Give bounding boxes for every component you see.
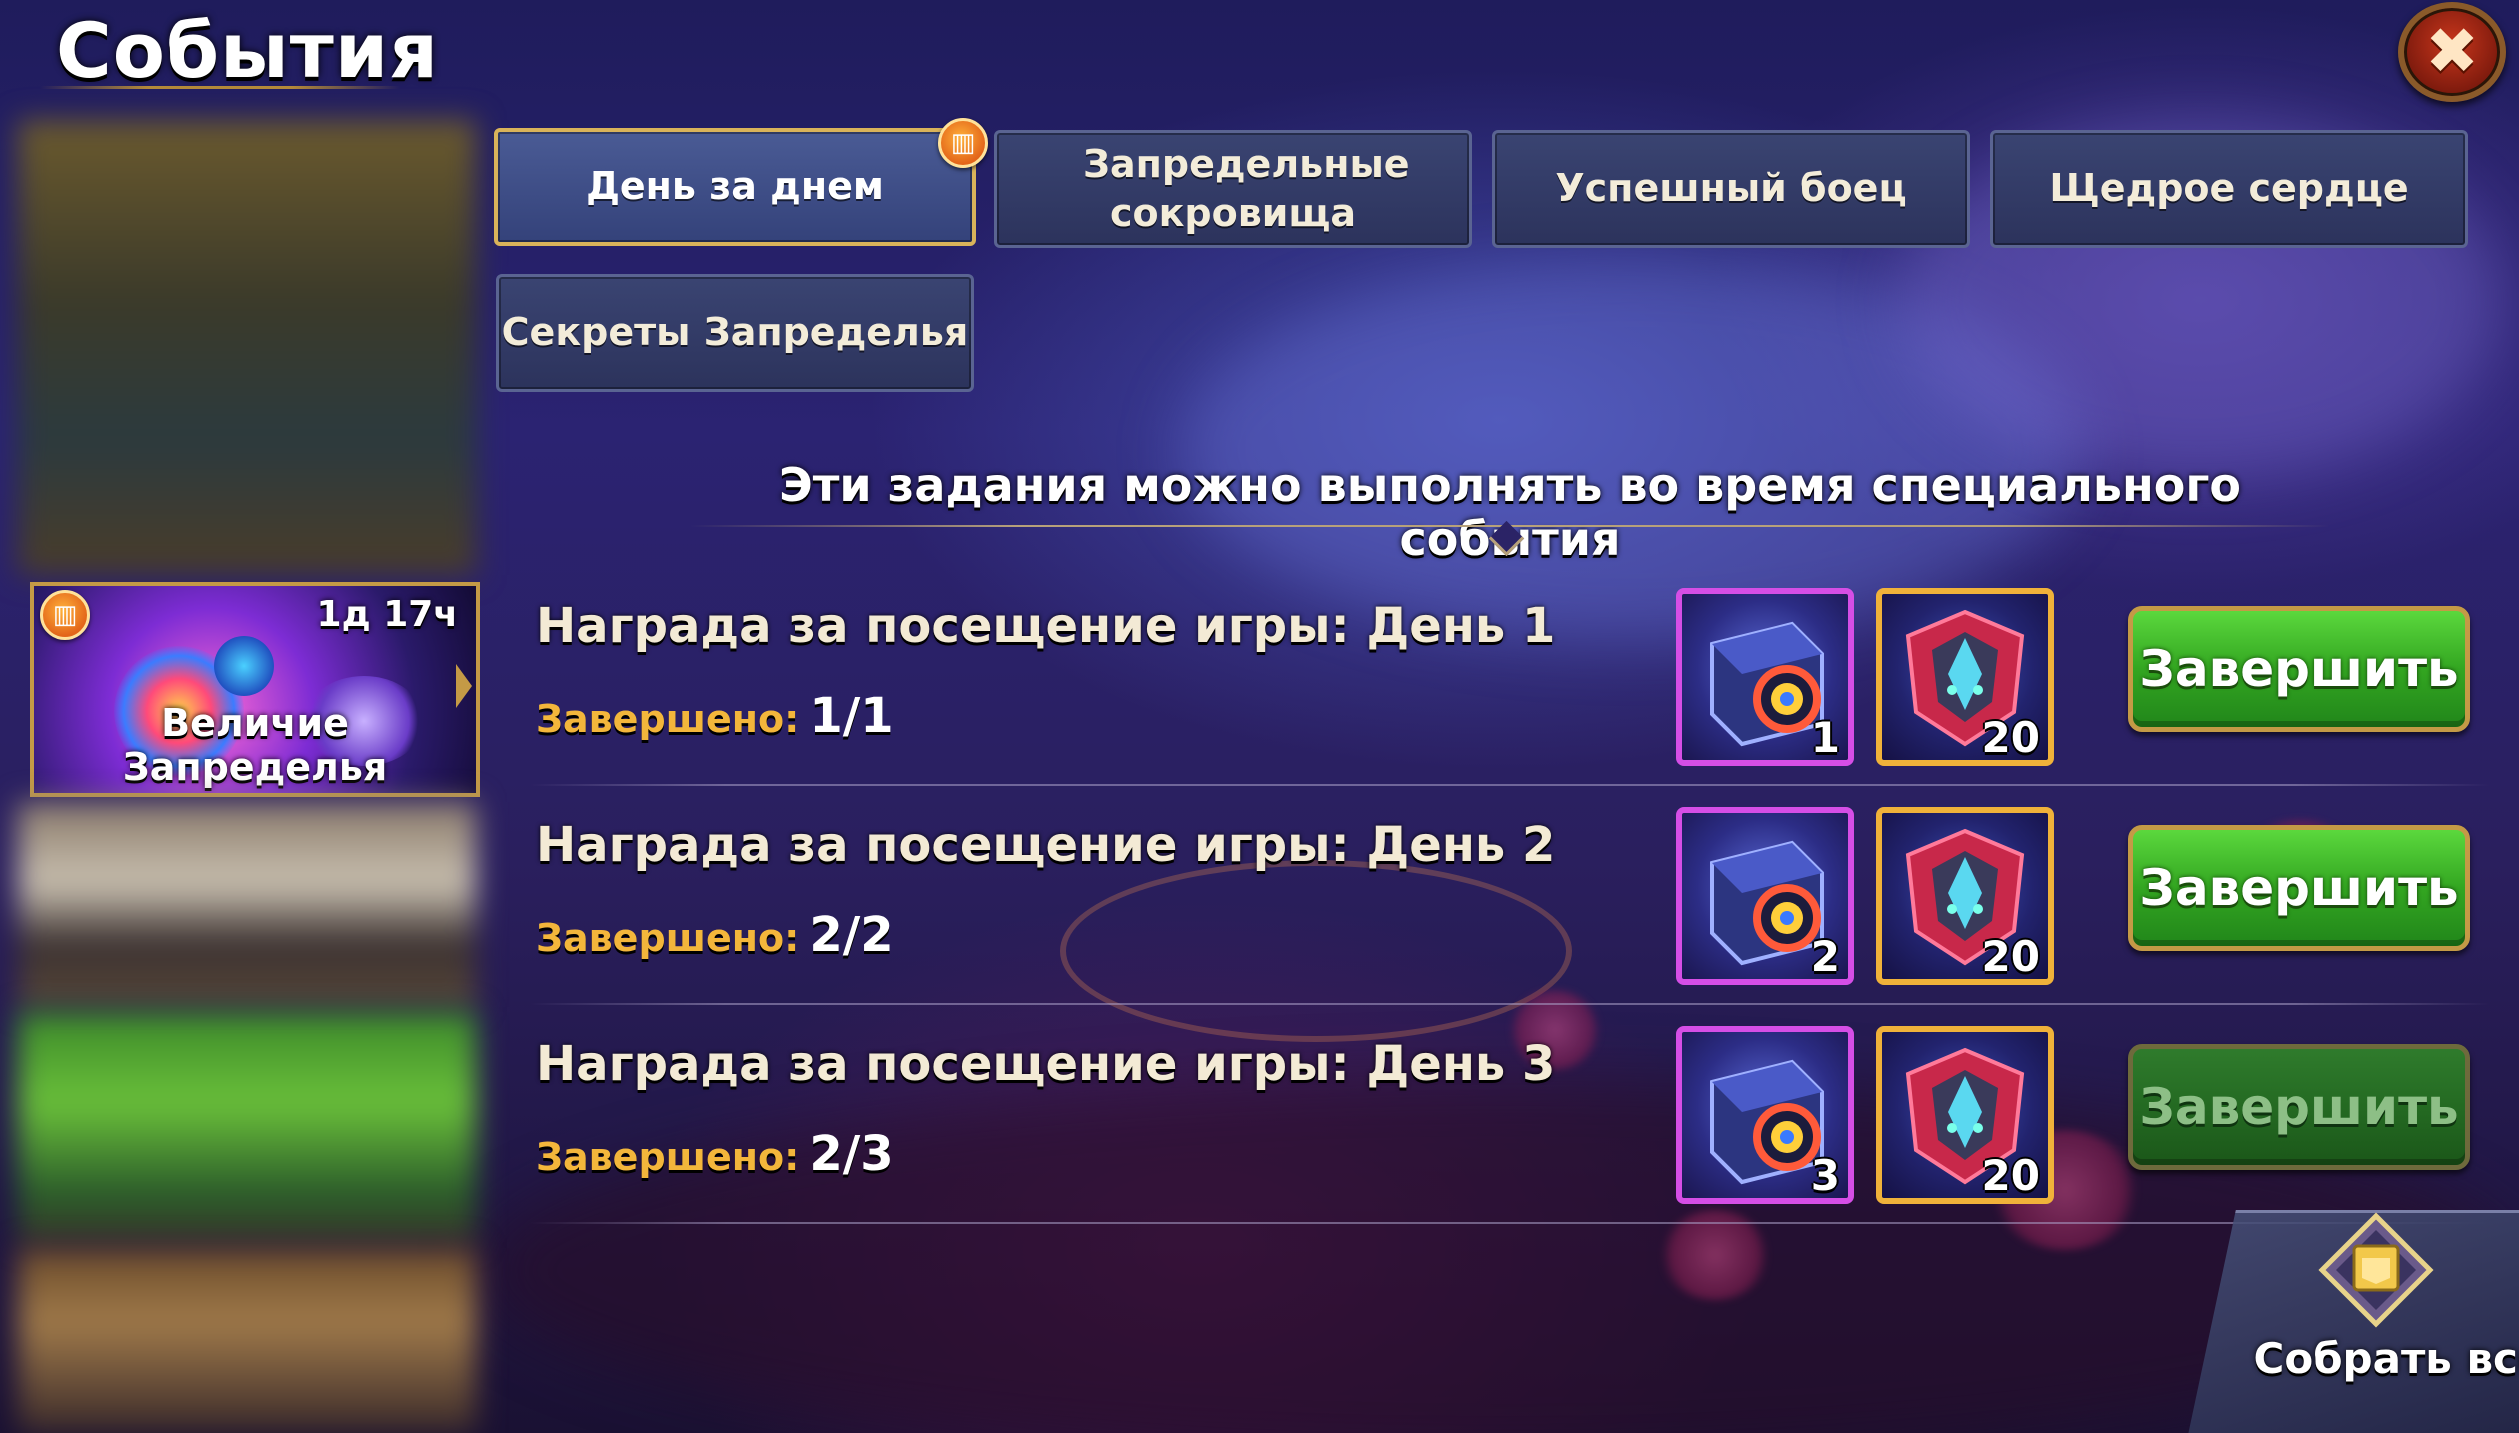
tab-successful-fighter[interactable]: Успешный боец: [1492, 130, 1970, 248]
task-row: Награда за посещение игры: День 3 Заверш…: [500, 1026, 2500, 1236]
reward-item[interactable]: 3: [1676, 1026, 1854, 1204]
close-button[interactable]: ✖: [2398, 2, 2506, 102]
progress-value: 2/2: [809, 907, 894, 963]
tab-label: Запредельные сокровища: [1083, 141, 1410, 235]
collect-all-icon[interactable]: [2316, 1212, 2436, 1332]
task-progress: Завершено: 2/2: [536, 907, 894, 963]
tab-transcendent-treasures[interactable]: Запредельные сокровища: [994, 130, 1472, 248]
tab-generous-heart[interactable]: Щедрое сердце: [1990, 130, 2468, 248]
event-card[interactable]: [18, 1248, 476, 1433]
task-title: Награда за посещение игры: День 1: [536, 598, 1556, 654]
title-underline: [40, 86, 400, 89]
event-card[interactable]: [18, 1012, 476, 1242]
event-card-selected[interactable]: ▥ 1д 17ч Величие Запределья: [30, 582, 480, 797]
tab-day-by-day[interactable]: День за днем: [494, 128, 976, 246]
page-title: События: [56, 6, 439, 95]
event-timer: 1д 17ч: [316, 594, 458, 635]
task-row: Награда за посещение игры: День 1 Заверш…: [500, 588, 2500, 798]
row-divider: [530, 1222, 2490, 1224]
event-list: ▥ 1д 17ч Величие Запределья: [18, 120, 480, 1433]
task-title: Награда за посещение игры: День 3: [536, 1036, 1556, 1092]
reward-count: 20: [1981, 713, 2040, 762]
task-progress: Завершено: 1/1: [536, 688, 894, 744]
reward-item[interactable]: 2: [1676, 807, 1854, 985]
gift-icon: ▥: [40, 590, 90, 640]
reward-count: 2: [1810, 932, 1840, 981]
tab-label: Щедрое сердце: [2049, 166, 2409, 211]
task-title: Награда за посещение игры: День 2: [536, 817, 1556, 873]
event-name: Величие Запределья: [122, 701, 388, 789]
event-card[interactable]: [18, 802, 476, 1007]
tab-transcendence-secrets[interactable]: Секреты Запределья: [496, 274, 974, 392]
task-row: Награда за посещение игры: День 2 Заверш…: [500, 807, 2500, 1017]
reward-item[interactable]: 1: [1676, 588, 1854, 766]
gift-icon: ▥: [938, 118, 988, 168]
tab-label: Секреты Запределья: [501, 310, 969, 355]
selected-indicator-arrow: [456, 664, 472, 708]
tab-label: Успешный боец: [1555, 166, 1907, 211]
reward-item[interactable]: 20: [1876, 588, 2054, 766]
row-divider: [530, 1003, 2490, 1005]
reward-count: 20: [1981, 1151, 2040, 1200]
progress-label: Завершено:: [536, 1135, 800, 1179]
complete-button[interactable]: Завершить: [2128, 606, 2470, 732]
event-art: [214, 636, 274, 696]
progress-label: Завершено:: [536, 697, 800, 741]
reward-count: 1: [1810, 713, 1840, 762]
complete-button-disabled[interactable]: Завершить: [2128, 1044, 2470, 1170]
collect-all-button[interactable]: Собрать всё: [2250, 1334, 2519, 1383]
tab-label: День за днем: [586, 164, 884, 209]
events-screen: События ✖ ▥ 1д 17ч Величие Запределья Де…: [0, 0, 2519, 1433]
complete-button[interactable]: Завершить: [2128, 825, 2470, 951]
reward-count: 3: [1810, 1151, 1840, 1200]
reward-item[interactable]: 20: [1876, 807, 2054, 985]
reward-count: 20: [1981, 932, 2040, 981]
row-divider: [530, 784, 2490, 786]
progress-label: Завершено:: [536, 916, 800, 960]
reward-item[interactable]: 20: [1876, 1026, 2054, 1204]
task-progress: Завершено: 2/3: [536, 1126, 894, 1182]
progress-value: 2/3: [809, 1126, 894, 1182]
event-card[interactable]: [18, 120, 476, 575]
progress-value: 1/1: [809, 688, 894, 744]
